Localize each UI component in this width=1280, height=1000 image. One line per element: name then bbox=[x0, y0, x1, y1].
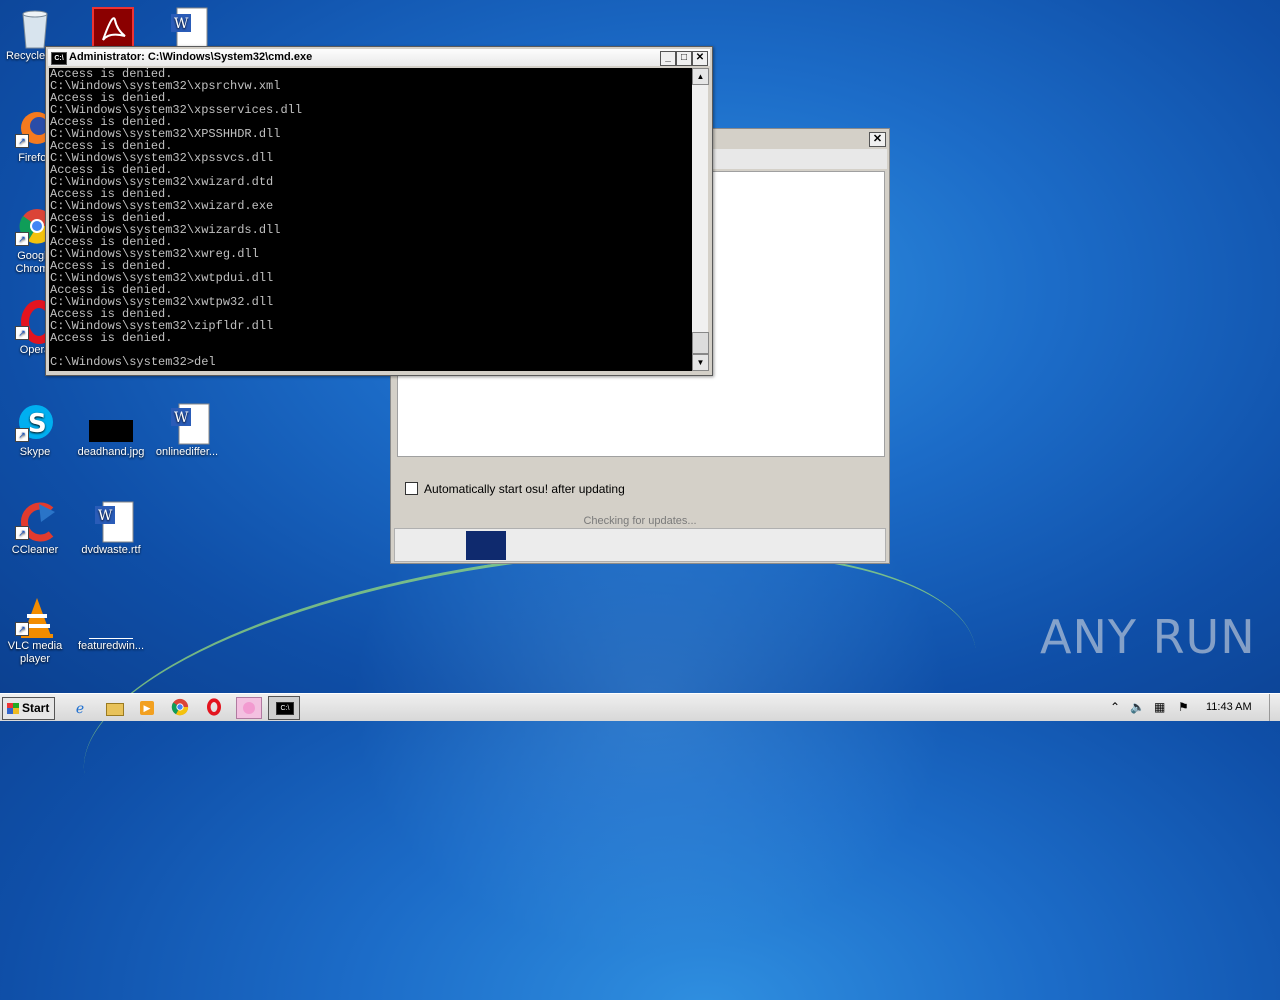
desktop-icon-onlinediffer[interactable]: W onlinediffer... bbox=[152, 402, 222, 459]
close-button[interactable]: ✕ bbox=[692, 51, 708, 66]
desktop-icon-dvdwaste[interactable]: W dvdwaste.rtf bbox=[76, 500, 146, 557]
desktop-icon-label: Skype bbox=[19, 446, 51, 458]
desktop-icon-label: featuredwin... bbox=[77, 640, 145, 652]
desktop-icon-label: deadhand.jpg bbox=[77, 446, 145, 458]
updater-progress-bar bbox=[394, 528, 886, 562]
action-center-flag-icon[interactable]: ⚑ bbox=[1178, 694, 1189, 721]
cmd-titlebar[interactable]: C:\ Administrator: C:\Windows\System32\c… bbox=[48, 49, 710, 66]
desktop-icon-label: CCleaner bbox=[11, 544, 59, 556]
scroll-thumb[interactable] bbox=[692, 332, 709, 354]
cmd-scrollbar[interactable]: ▲ ▼ bbox=[692, 68, 709, 371]
minimize-button[interactable]: _ bbox=[660, 51, 676, 66]
recycle-bin-icon bbox=[15, 6, 55, 49]
acrobat-icon bbox=[91, 6, 134, 49]
svg-text:W: W bbox=[174, 410, 189, 426]
svg-text:W: W bbox=[98, 508, 113, 524]
desktop-icon-acrobat[interactable] bbox=[76, 6, 146, 50]
network-icon[interactable]: ▦ bbox=[1154, 694, 1165, 721]
desktop-icon-word-doc[interactable]: W bbox=[152, 6, 222, 50]
auto-start-checkbox[interactable] bbox=[405, 482, 418, 495]
vlc-icon: ↗ bbox=[15, 596, 55, 638]
maximize-button[interactable]: □ bbox=[676, 51, 692, 66]
show-desktop-button[interactable] bbox=[1269, 694, 1280, 721]
desktop-icon-featuredwin[interactable]: featuredwin... bbox=[76, 596, 146, 653]
image-file-icon bbox=[89, 596, 133, 639]
scroll-up-icon[interactable]: ▲ bbox=[692, 68, 709, 85]
start-button[interactable]: Start bbox=[2, 697, 55, 720]
tray-expand-icon[interactable]: ⌃ bbox=[1110, 694, 1120, 721]
image-file-icon bbox=[89, 402, 133, 442]
windows-logo-icon bbox=[7, 703, 19, 714]
cmd-icon: C:\ bbox=[276, 702, 294, 715]
clock[interactable]: 11:43 AM bbox=[1206, 694, 1252, 721]
svg-text:W: W bbox=[174, 16, 189, 32]
cmd-window: C:\ Administrator: C:\Windows\System32\c… bbox=[45, 46, 713, 376]
desktop-icon-label: dvdwaste.rtf bbox=[81, 544, 141, 556]
chrome-icon[interactable] bbox=[170, 698, 190, 718]
media-player-icon[interactable]: ▶ bbox=[137, 698, 157, 718]
desktop-icon-deadhand[interactable]: deadhand.jpg bbox=[76, 402, 146, 459]
desktop-icon-vlc[interactable]: ↗ VLC media player bbox=[0, 596, 70, 666]
updater-close-button[interactable]: ✕ bbox=[869, 132, 886, 147]
svg-text:S: S bbox=[28, 409, 47, 439]
word-doc-icon: W bbox=[167, 6, 208, 49]
updater-progress-marquee bbox=[466, 531, 506, 560]
auto-start-label: Automatically start osu! after updating bbox=[424, 482, 625, 496]
shortcut-arrow-icon: ↗ bbox=[15, 326, 29, 340]
word-doc-icon: W bbox=[167, 402, 210, 445]
console-line: C:\Windows\system32>del bbox=[50, 355, 216, 369]
osu-icon[interactable] bbox=[236, 697, 262, 719]
shortcut-arrow-icon: ↗ bbox=[15, 134, 29, 148]
desktop-icon-skype[interactable]: S ↗ Skype bbox=[0, 402, 70, 459]
start-label: Start bbox=[22, 701, 50, 715]
taskbar-cmd-button[interactable]: C:\ bbox=[268, 696, 300, 720]
taskbar: Start ℯ ▶ C:\ ⌃ 🔈 ▦ ⚑ 11:43 AM bbox=[0, 693, 1280, 721]
cmd-icon: C:\ bbox=[51, 52, 67, 65]
shortcut-arrow-icon: ↗ bbox=[15, 232, 29, 246]
scroll-down-icon[interactable]: ▼ bbox=[692, 354, 709, 371]
word-doc-icon: W bbox=[91, 500, 134, 543]
opera-icon[interactable] bbox=[204, 698, 224, 718]
volume-icon[interactable]: 🔈 bbox=[1130, 694, 1145, 721]
console-line: Access is denied. bbox=[50, 331, 173, 345]
ie-icon[interactable]: ℯ bbox=[70, 698, 90, 718]
shortcut-arrow-icon: ↗ bbox=[15, 526, 29, 540]
updater-status-text: Checking for updates... bbox=[583, 515, 697, 527]
shortcut-arrow-icon: ↗ bbox=[15, 622, 29, 636]
anyrun-watermark: ANY RUN bbox=[1040, 610, 1256, 664]
desktop-icon-label: VLC media player bbox=[7, 640, 63, 665]
skype-icon: S ↗ bbox=[15, 402, 55, 442]
cmd-title-text: Administrator: C:\Windows\System32\cmd.e… bbox=[69, 51, 313, 63]
shortcut-arrow-icon: ↗ bbox=[15, 428, 29, 442]
ccleaner-icon: ↗ bbox=[15, 500, 55, 542]
desktop-icon-ccleaner[interactable]: ↗ CCleaner bbox=[0, 500, 70, 557]
cmd-console-output[interactable]: Access is denied. C:\Windows\system32\xps… bbox=[49, 68, 692, 371]
desktop-icon-label: onlinediffer... bbox=[155, 446, 219, 458]
explorer-icon[interactable] bbox=[104, 698, 124, 718]
